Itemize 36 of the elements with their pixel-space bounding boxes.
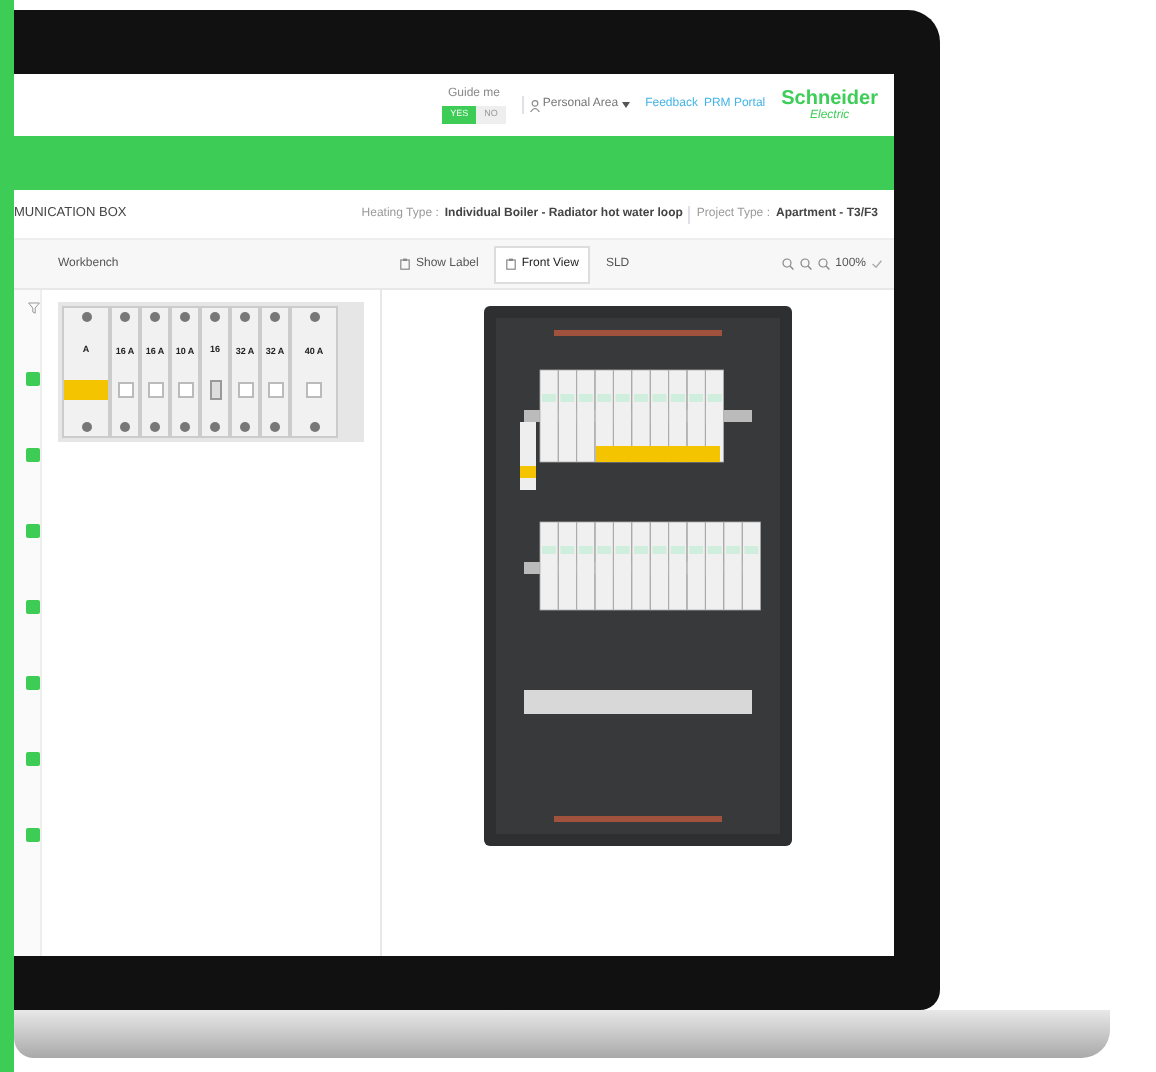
side-tag[interactable] [26,600,40,614]
caret-icon [621,102,630,108]
terminal-screw [150,312,160,322]
filter-icon[interactable] [28,302,40,314]
logo-wordmark: Schneider [781,89,878,109]
side-tag[interactable] [26,372,40,386]
warning-label [64,379,108,400]
side-tag[interactable] [26,676,40,690]
module-front-plate [306,382,322,399]
terminal-screw [120,312,130,322]
terminal-screw [81,312,91,322]
terminal-screw [180,312,190,322]
terminal-screw [81,421,91,432]
terminal-screw [120,422,130,432]
terminal-screw [270,422,280,432]
terminal-screw [150,422,160,432]
zoom-out-icon[interactable] [817,258,830,270]
clipboard-icon [400,258,410,270]
terminal-screw [180,422,190,432]
terminal-screw [240,312,250,322]
module-front-plate [209,379,221,400]
terminal-screw [270,312,280,322]
side-tag[interactable] [26,828,40,842]
side-tag[interactable] [26,752,40,766]
terminal-screw [309,312,319,322]
clipboard-icon [505,258,516,270]
terminal-screw [240,422,250,432]
person-icon [529,99,540,111]
side-tag[interactable] [26,524,40,538]
terminal-screw [210,421,220,432]
zoom-fit-icon[interactable] [799,258,812,270]
side-tag[interactable] [26,448,40,462]
check-icon[interactable] [872,260,882,268]
terminal-screw [210,312,220,322]
zoom-in-icon[interactable] [781,258,794,270]
terminal-screw [309,422,319,432]
